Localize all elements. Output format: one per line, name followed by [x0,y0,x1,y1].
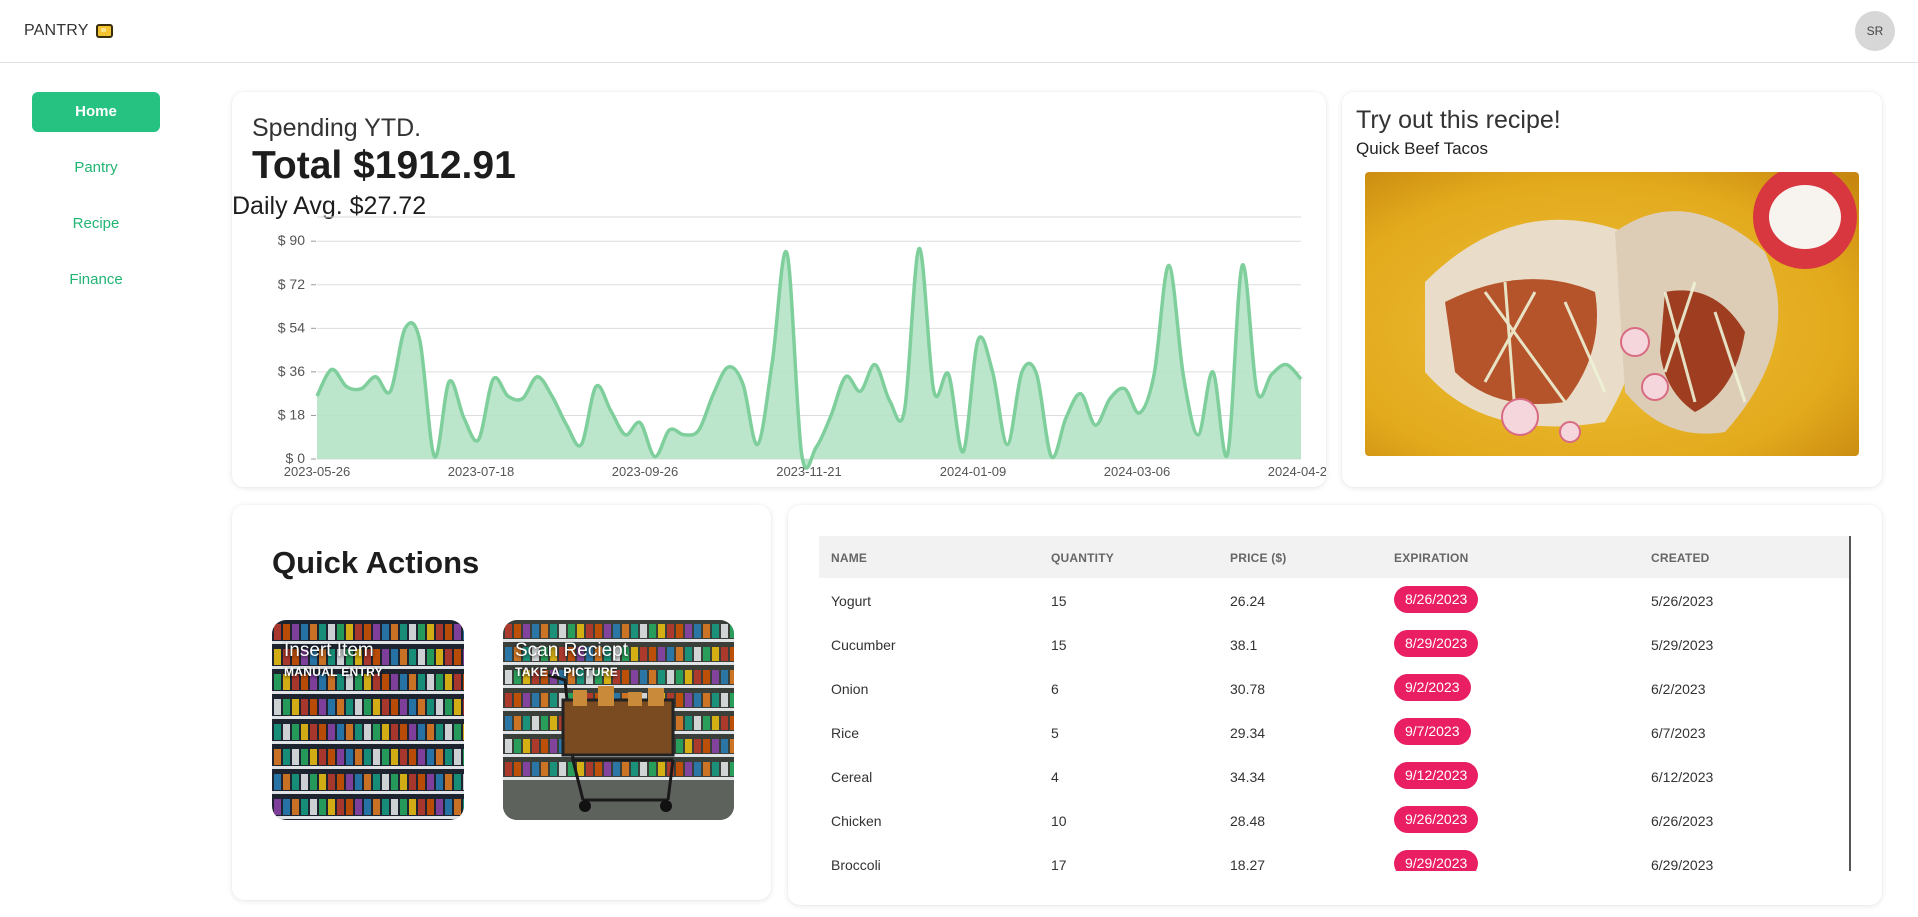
x-tick-label: 2024-04-23 [1268,464,1326,479]
top-bar: PANTRY SR [0,0,1918,63]
cell-quantity: 15 [1051,593,1067,609]
scan-receipt-title: Scan Reciept [515,640,629,661]
cell-name: Chicken [831,813,882,829]
cell-name: Rice [831,725,860,741]
brand-name: PANTRY [24,22,89,39]
expiration-badge: 9/12/2023 [1394,762,1479,789]
sidebar-item-home[interactable]: Home [32,92,160,132]
cell-name: Onion [831,681,869,697]
y-tick-label: $ 90 [278,232,305,248]
table-header: NAME QUANTITY PRICE ($) EXPIRATION CREAT… [819,536,1849,578]
inventory-table[interactable]: NAME QUANTITY PRICE ($) EXPIRATION CREAT… [819,536,1849,871]
cell-price: 18.27 [1230,857,1266,871]
brand[interactable]: PANTRY [24,22,113,40]
table-row[interactable]: Onion 6 30.78 9/2/2023 6/2/2023 [819,666,1849,710]
cell-created: 6/26/2023 [1651,813,1714,829]
sidebar-item-pantry[interactable]: Pantry [32,148,160,188]
cell-quantity: 5 [1051,725,1059,741]
quick-actions-card: Quick Actions Insert Item MANUAL ENTRY S… [232,505,771,900]
insert-item-subtitle: MANUAL ENTRY [284,665,383,679]
bread-icon [95,24,113,38]
expiration-badge: 8/29/2023 [1394,630,1479,657]
cell-quantity: 15 [1051,637,1067,653]
y-tick-label: $ 54 [278,319,305,335]
cell-created: 6/2/2023 [1651,681,1706,697]
spending-area [317,248,1301,469]
table-row[interactable]: Broccoli 17 18.27 9/29/2023 6/29/2023 [819,842,1849,871]
recipe-card: Try out this recipe! Quick Beef Tacos [1342,92,1882,487]
taco-image [1365,172,1859,456]
sidebar-item-recipe[interactable]: Recipe [32,204,160,244]
cell-price: 34.34 [1230,769,1266,785]
cell-created: 5/26/2023 [1651,593,1714,609]
cell-price: 26.24 [1230,593,1266,609]
table-row[interactable]: Rice 5 29.34 9/7/2023 6/7/2023 [819,710,1849,754]
expiration-badge: 9/29/2023 [1394,850,1479,871]
cell-price: 28.48 [1230,813,1266,829]
x-tick-label: 2023-05-26 [284,464,351,479]
table-row[interactable]: Chicken 10 28.48 9/26/2023 6/26/2023 [819,798,1849,842]
x-tick-label: 2023-07-18 [448,464,515,479]
sidebar-item-finance[interactable]: Finance [32,260,160,300]
cell-quantity: 6 [1051,681,1059,697]
column-header-price[interactable]: PRICE ($) [1230,551,1286,565]
insert-item-title: Insert Item [284,640,374,661]
recipe-photo[interactable] [1365,172,1859,456]
cell-price: 30.78 [1230,681,1266,697]
cell-name: Broccoli [831,857,881,871]
table-row[interactable]: Cucumber 15 38.1 8/29/2023 5/29/2023 [819,622,1849,666]
x-tick-label: 2023-09-26 [612,464,679,479]
cell-price: 38.1 [1230,637,1258,653]
y-tick-label: $ 36 [278,363,305,379]
cell-quantity: 4 [1051,769,1059,785]
avatar[interactable]: SR [1855,11,1895,51]
expiration-badge: 9/26/2023 [1394,806,1479,833]
expiration-badge: 9/2/2023 [1394,674,1471,701]
insert-item-button[interactable]: Insert Item MANUAL ENTRY [272,620,464,820]
column-header-name[interactable]: NAME [831,551,867,565]
scan-receipt-button[interactable]: Scan Reciept TAKE A PICTURE [503,620,734,820]
recipe-name[interactable]: Quick Beef Tacos [1356,139,1488,159]
expiration-badge: 9/7/2023 [1394,718,1471,745]
sidebar: Home Pantry Recipe Finance [32,92,160,316]
expiration-badge: 8/26/2023 [1394,586,1479,613]
x-tick-label: 2023-11-21 [776,464,842,479]
quick-actions-title: Quick Actions [272,545,480,580]
cell-created: 6/29/2023 [1651,857,1714,871]
avatar-initials: SR [1866,24,1884,38]
spending-chart: $ 0$ 18$ 36$ 54$ 72$ 902023-05-26 2023-07… [278,216,1326,479]
cell-created: 5/29/2023 [1651,637,1714,653]
cell-quantity: 17 [1051,857,1067,871]
cell-created: 6/7/2023 [1651,725,1706,741]
x-tick-label: 2024-01-09 [940,464,1007,479]
cell-name: Cucumber [831,637,896,653]
table-row[interactable]: Yogurt 15 26.24 8/26/2023 5/26/2023 [819,578,1849,622]
x-tick-label: 2024-03-06 [1104,464,1171,479]
column-header-created[interactable]: CREATED [1651,551,1710,565]
scan-receipt-subtitle: TAKE A PICTURE [515,665,619,679]
spending-card: Spending YTD. Total $1912.91 Daily Avg. … [232,92,1326,487]
cell-name: Cereal [831,769,873,785]
inventory-table-card: NAME QUANTITY PRICE ($) EXPIRATION CREAT… [788,505,1882,905]
y-tick-label: $ 18 [278,406,305,422]
table-scrollbar[interactable] [1849,536,1851,871]
y-tick-label: $ 72 [278,276,305,292]
table-row[interactable]: Cereal 4 34.34 9/12/2023 6/12/2023 [819,754,1849,798]
column-header-quantity[interactable]: QUANTITY [1051,551,1114,565]
recipe-title: Try out this recipe! [1356,106,1561,134]
cell-created: 6/12/2023 [1651,769,1714,785]
cell-name: Yogurt [831,593,871,609]
cell-quantity: 10 [1051,813,1067,829]
cell-price: 29.34 [1230,725,1266,741]
column-header-expiration[interactable]: EXPIRATION [1394,551,1468,565]
